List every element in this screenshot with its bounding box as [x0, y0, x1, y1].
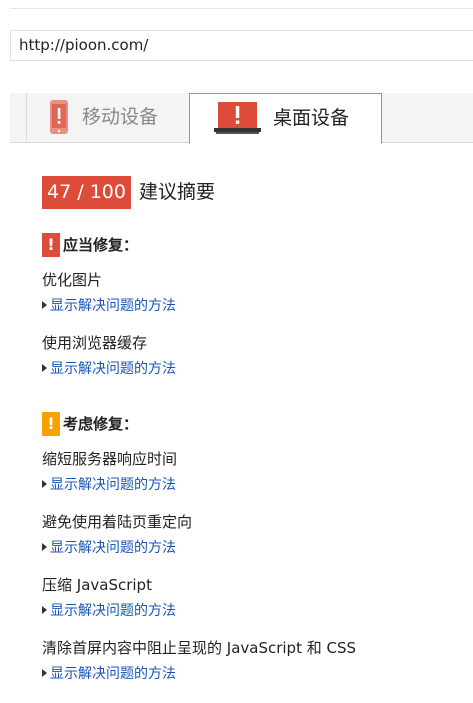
show-fix-link-label: 显示解决问题的方法	[50, 477, 176, 493]
consider-fixing-title: 考虑修复：	[63, 415, 139, 433]
laptop-icon	[214, 102, 261, 138]
show-fix-link[interactable]: 显示解决问题的方法	[42, 602, 176, 620]
show-fix-link-label: 显示解决问题的方法	[50, 666, 176, 682]
rule-title: 使用浏览器缓存	[42, 334, 148, 352]
triangle-right-icon	[42, 606, 47, 614]
rule-title: 优化图片	[42, 271, 103, 289]
rule-title: 缩短服务器响应时间	[42, 450, 178, 468]
show-fix-link-label: 显示解决问题的方法	[50, 540, 176, 556]
show-fix-link[interactable]: 显示解决问题的方法	[42, 665, 176, 683]
exclamation-icon: !	[42, 233, 60, 257]
show-fix-link[interactable]: 显示解决问题的方法	[42, 360, 176, 378]
tab-mobile[interactable]: 移动设备	[26, 93, 189, 142]
triangle-right-icon	[42, 669, 47, 677]
rule-title: 清除首屏内容中阻止呈现的 JavaScript 和 CSS	[42, 639, 357, 657]
show-fix-link[interactable]: 显示解决问题的方法	[42, 476, 176, 494]
top-divider	[10, 8, 473, 9]
tab-desktop[interactable]: 桌面设备	[189, 93, 382, 144]
tab-desktop-label: 桌面设备	[273, 107, 350, 129]
triangle-right-icon	[42, 480, 47, 488]
show-fix-link-label: 显示解决问题的方法	[50, 361, 176, 377]
rule-title: 压缩 JavaScript	[42, 576, 152, 594]
triangle-right-icon	[42, 543, 47, 551]
rule-title: 避免使用着陆页重定向	[42, 513, 193, 531]
show-fix-link[interactable]: 显示解决问题的方法	[42, 297, 176, 315]
tab-mobile-label: 移动设备	[82, 106, 159, 128]
triangle-right-icon	[42, 301, 47, 309]
mobile-phone-icon	[49, 100, 69, 138]
device-tabs: 移动设备 桌面设备	[10, 93, 473, 144]
show-fix-link-label: 显示解决问题的方法	[50, 298, 176, 314]
summary-title: 建议摘要	[139, 181, 216, 203]
show-fix-link-label: 显示解决问题的方法	[50, 603, 176, 619]
score-badge: 47 / 100	[42, 176, 131, 209]
url-input[interactable]: http://pioon.com/	[10, 30, 473, 61]
should-fix-title: 应当修复：	[63, 236, 139, 254]
exclamation-icon: !	[42, 412, 60, 436]
triangle-right-icon	[42, 364, 47, 372]
show-fix-link[interactable]: 显示解决问题的方法	[42, 539, 176, 557]
